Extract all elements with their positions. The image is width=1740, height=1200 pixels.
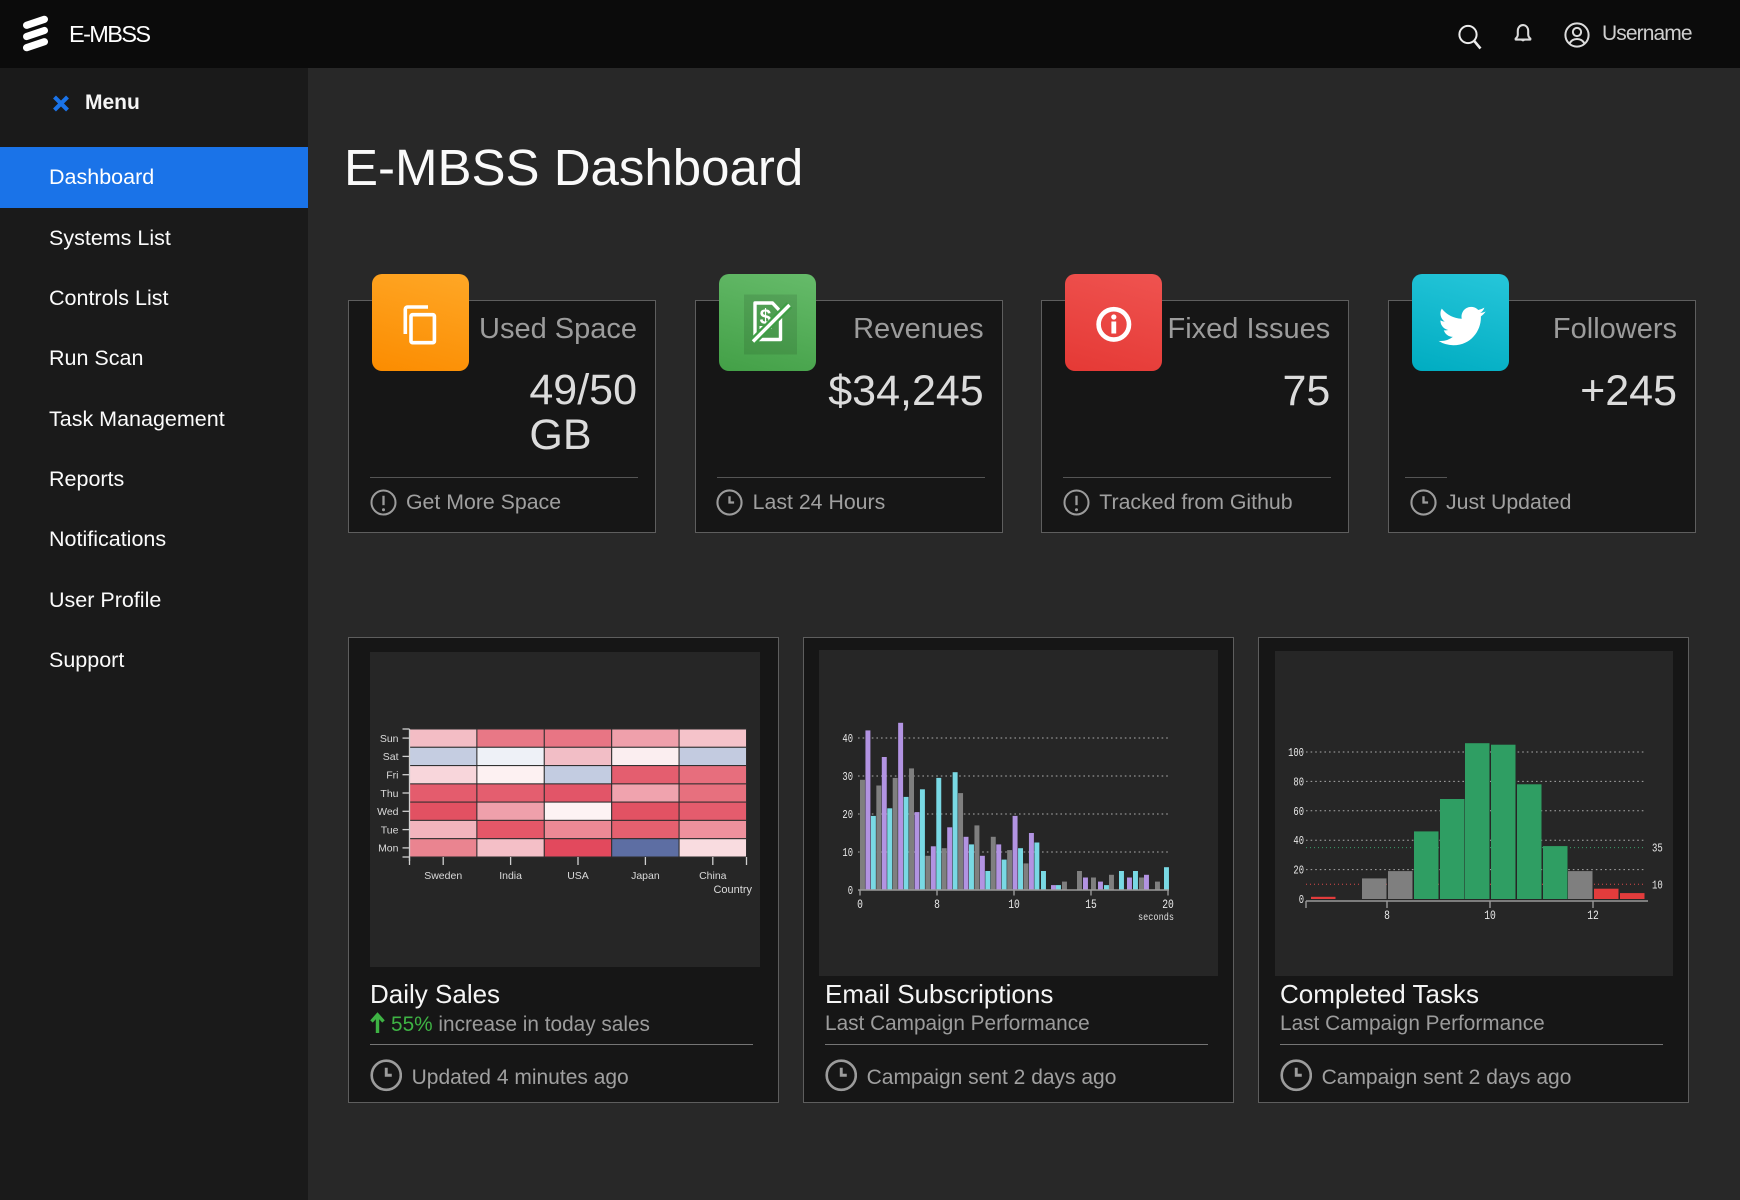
svg-text:Sat: Sat [383,751,399,763]
svg-text:20: 20 [1162,898,1174,912]
svg-text:seconds: seconds [1138,912,1174,924]
svg-text:USA: USA [567,870,589,882]
svg-text:10: 10 [1008,898,1020,912]
svg-text:20: 20 [842,809,853,822]
svg-text:China: China [699,870,727,882]
svg-text:0: 0 [857,898,863,912]
svg-text:12: 12 [1587,909,1599,923]
svg-text:40: 40 [1293,835,1304,848]
svg-text:80: 80 [1293,776,1304,789]
svg-text:Tue: Tue [381,824,399,836]
svg-text:Country: Country [713,884,752,896]
svg-text:10: 10 [1484,909,1496,923]
svg-text:8: 8 [1384,909,1390,923]
svg-text:Mon: Mon [378,843,399,855]
svg-text:Fri: Fri [386,770,398,782]
svg-text:Sweden: Sweden [424,870,462,882]
svg-text:15: 15 [1085,898,1097,912]
svg-text:30: 30 [842,771,853,784]
svg-text:India: India [499,870,522,882]
svg-text:Wed: Wed [377,806,399,818]
svg-text:Sun: Sun [380,733,399,745]
svg-text:10: 10 [1652,879,1663,892]
svg-text:100: 100 [1288,747,1304,760]
svg-text:Japan: Japan [631,870,660,882]
svg-text:Thu: Thu [380,788,398,800]
svg-text:0: 0 [848,885,853,898]
svg-text:60: 60 [1293,806,1304,819]
svg-text:8: 8 [934,898,940,912]
svg-text:35: 35 [1652,843,1663,856]
svg-text:20: 20 [1293,865,1304,878]
svg-text:0: 0 [1299,894,1304,907]
svg-text:10: 10 [842,847,853,860]
svg-text:40: 40 [842,733,853,746]
